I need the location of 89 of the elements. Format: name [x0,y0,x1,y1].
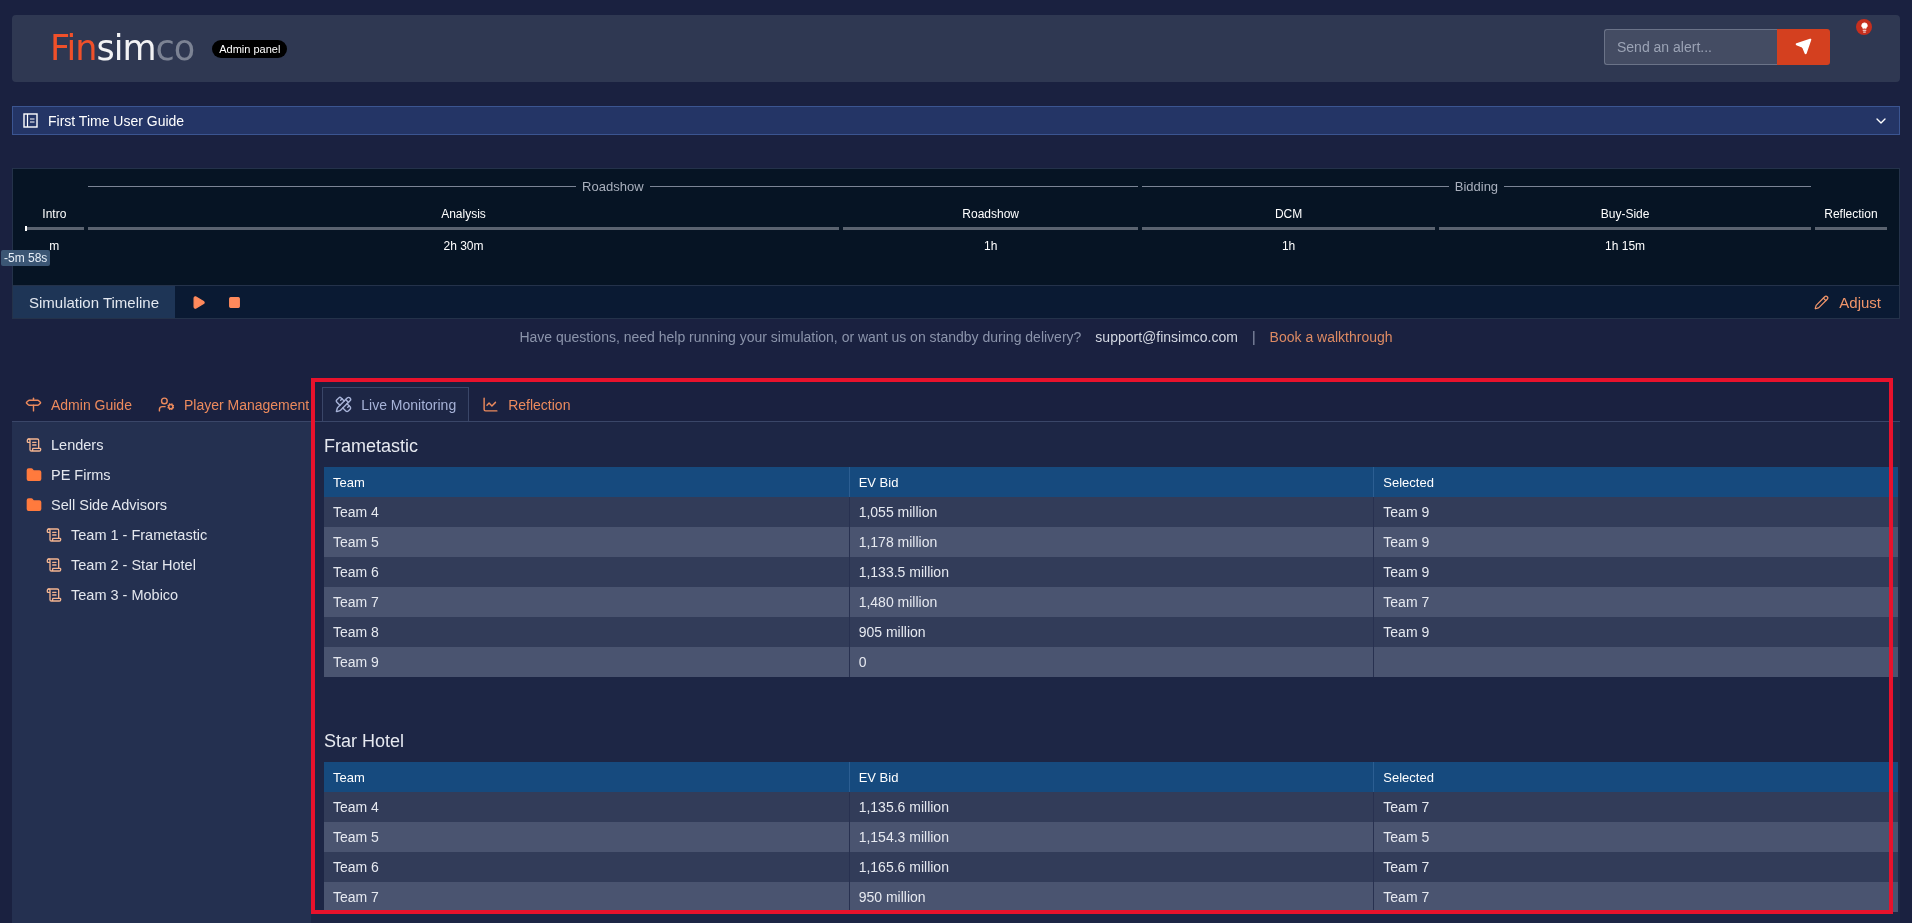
time-marker: -5m 58s [1,250,51,266]
table-cell: Team 7 [1373,852,1898,882]
scroll-icon [46,527,62,543]
guide-bar[interactable]: First Time User Guide [12,106,1900,135]
alert-field[interactable]: Send an alert... [1604,28,1777,65]
phase-name: Intro [41,207,68,221]
table-cell: Team 7 [1373,792,1898,822]
table-cell: 1,178 million [848,527,1374,557]
table-cell: Team 9 [324,647,849,677]
folder-icon [26,467,42,483]
walkthrough-link[interactable]: Book a walkthrough [1269,329,1393,345]
column-header: Selected [1373,467,1898,497]
phase-bar [25,227,84,230]
phase-name: Analysis [440,207,487,221]
table-cell: 950 million [848,882,1374,912]
tab[interactable]: Reflection [469,387,584,421]
timeline-label: Simulation Timeline [13,286,176,318]
scroll-icon [46,587,62,603]
table-cell: Team 4 [324,792,849,822]
table-cell: 1,165.6 million [848,852,1374,882]
table-cell: Team 9 [1373,497,1898,527]
table-cell: 1,055 million [848,497,1374,527]
phase-group-label: Roadshow [87,175,1138,197]
lightbulb-icon[interactable] [1856,19,1872,35]
tree-item[interactable]: Team 1 - Frametastic [26,520,311,550]
table-cell: Team 9 [1373,617,1898,647]
help-text: Have questions, need help running your simulation, or want us on standby during delivery? [519,329,1082,345]
table-cell: 1,154.3 million [848,822,1374,852]
tab[interactable]: Player Management [144,387,323,421]
adjust-button[interactable]: Adjust [1808,292,1887,312]
phase-name: Reflection [1823,207,1879,221]
table-cell: Team 6 [324,557,849,587]
table-cell: 1,480 million [848,587,1374,617]
play-button[interactable] [191,294,207,310]
phase-name: Buy-Side [1599,207,1651,221]
section-title: Star Hotel [324,731,406,752]
column-header: EV Bid [848,467,1374,497]
send-button[interactable] [1777,28,1830,65]
user-gear-icon [157,396,175,413]
tree-item[interactable]: Sell Side Advisors [26,490,311,520]
table-cell: Team 4 [324,497,849,527]
folder-icon [26,497,42,513]
tree-item[interactable]: Team 3 - Mobico [26,580,311,610]
table-cell: Team 8 [324,617,849,647]
table-cell: Team 7 [324,587,849,617]
send-icon [1795,38,1812,55]
table-cell: 905 million [848,617,1374,647]
line-chart-icon [482,396,500,413]
phase-duration: 1h 15m [1604,239,1647,253]
table-cell: Team 9 [1373,557,1898,587]
phase-duration: 1h [1280,239,1297,253]
logo: Finsimco [50,31,195,66]
table-cell: 1,133.5 million [848,557,1374,587]
column-header: EV Bid [848,762,1374,792]
table-cell: 1,135.6 million [848,792,1374,822]
column-header: Team [324,762,849,792]
phase-duration: m [48,239,61,253]
table-cell: Team 5 [324,527,849,557]
guide-icon [23,113,38,128]
signpost-icon [25,396,42,413]
admin-badge: Admin panel [212,39,288,58]
phase-name: Roadshow [961,207,1020,221]
pencil-icon [1814,294,1830,310]
phase-group-label: Bidding [1141,175,1811,197]
column-header: Team [324,467,849,497]
phase-name: DCM [1273,207,1304,221]
tree-item[interactable]: Lenders [26,430,311,460]
phase-duration: 2h 30m [442,239,485,253]
table-cell: Team 7 [1373,587,1898,617]
tab[interactable]: Admin Guide [12,387,145,421]
tree-item[interactable]: PE Firms [26,460,311,490]
stop-button[interactable] [228,295,242,309]
scroll-icon [26,437,42,453]
table-cell: Team 5 [324,822,849,852]
tab[interactable]: Live Monitoring [322,387,470,421]
column-header: Selected [1373,762,1898,792]
section-title: Frametastic [324,436,420,457]
separator: | [1251,329,1256,345]
pencil-ruler-icon [335,396,353,413]
tree-item[interactable]: Team 2 - Star Hotel [26,550,311,580]
table-cell: Team 7 [324,882,849,912]
table-cell: Team 7 [1373,882,1898,912]
scroll-icon [46,557,62,573]
phase-duration: 1h [983,239,999,253]
table-cell: Team 6 [324,852,849,882]
table-cell: 0 [848,647,1374,677]
table-cell: Team 9 [1373,527,1898,557]
support-email: support@finsimco.com [1095,329,1238,345]
table-cell: Team 5 [1373,822,1898,852]
